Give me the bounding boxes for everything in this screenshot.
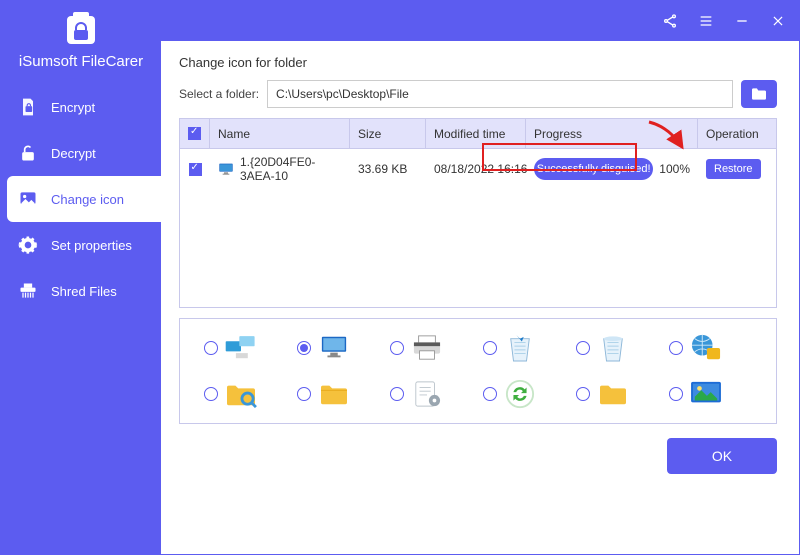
th-name: Name — [210, 119, 350, 148]
share-icon[interactable] — [661, 12, 679, 30]
icon-grid — [179, 318, 777, 424]
radio-button[interactable] — [483, 387, 497, 401]
this-pc-icon — [317, 333, 351, 363]
folder-label: Select a folder: — [179, 87, 259, 101]
unlock-icon — [17, 142, 39, 164]
sync-circle-icon — [503, 379, 537, 409]
radio-button[interactable] — [390, 341, 404, 355]
icon-option-folder-yellow-icon[interactable] — [297, 379, 380, 409]
restore-button[interactable]: Restore — [706, 159, 761, 179]
icon-option-desktop-picture-icon[interactable] — [669, 379, 752, 409]
menu-icon[interactable] — [697, 12, 715, 30]
radio-button[interactable] — [204, 387, 218, 401]
sidebar-item-change-icon[interactable]: Change icon — [7, 176, 161, 222]
recycle-bin-empty-icon — [596, 333, 630, 363]
radio-button[interactable] — [297, 341, 311, 355]
sidebar-item-set-properties[interactable]: Set properties — [1, 222, 161, 268]
icon-option-document-gear-icon[interactable] — [390, 379, 473, 409]
folder-plain-icon — [596, 379, 630, 409]
sidebar-item-shred-files[interactable]: Shred Files — [1, 268, 161, 314]
th-modified: Modified time — [426, 119, 526, 148]
radio-button[interactable] — [390, 387, 404, 401]
radio-button[interactable] — [669, 341, 683, 355]
ok-button[interactable]: OK — [667, 438, 777, 474]
folder-yellow-icon — [317, 379, 351, 409]
page-title: Change icon for folder — [179, 55, 777, 70]
icon-option-globe-network-icon[interactable] — [669, 333, 752, 363]
printer-icon — [410, 333, 444, 363]
desktop-picture-icon — [689, 379, 723, 409]
minimize-icon[interactable] — [733, 12, 751, 30]
browse-folder-button[interactable] — [741, 80, 777, 108]
icon-option-sync-circle-icon[interactable] — [483, 379, 566, 409]
folder-search-icon — [224, 379, 258, 409]
sidebar: iSumsoft FileCarer Encrypt Decrypt Chang… — [1, 41, 161, 554]
close-icon[interactable] — [769, 12, 787, 30]
brand: iSumsoft FileCarer — [1, 1, 161, 84]
row-size: 33.69 KB — [350, 162, 426, 176]
brand-name: iSumsoft FileCarer — [19, 49, 143, 70]
icon-option-folder-plain-icon[interactable] — [576, 379, 659, 409]
radio-button[interactable] — [204, 341, 218, 355]
radio-button[interactable] — [297, 387, 311, 401]
lock-file-icon — [17, 96, 39, 118]
shredder-icon — [17, 280, 39, 302]
radio-button[interactable] — [669, 387, 683, 401]
sidebar-item-encrypt[interactable]: Encrypt — [1, 84, 161, 130]
recycle-bin-full-icon — [503, 333, 537, 363]
progress-percent: 100% — [659, 162, 690, 176]
brand-logo-icon — [64, 9, 98, 49]
sidebar-item-decrypt[interactable]: Decrypt — [1, 130, 161, 176]
globe-network-icon — [689, 333, 723, 363]
icon-option-folder-search-icon[interactable] — [204, 379, 287, 409]
th-progress: Progress — [526, 119, 698, 148]
gear-icon — [17, 234, 39, 256]
change-icon-icon — [17, 188, 39, 210]
th-operation: Operation — [698, 119, 776, 148]
row-name: 1.{20D04FE0-3AEA-10 — [240, 155, 342, 183]
progress-pill: Successfully disguised! — [534, 158, 653, 180]
select-all-checkbox[interactable] — [188, 127, 201, 140]
th-size: Size — [350, 119, 426, 148]
document-gear-icon — [410, 379, 444, 409]
sidebar-item-label: Shred Files — [51, 284, 117, 299]
icon-option-network-computers-icon[interactable] — [204, 333, 287, 363]
radio-button[interactable] — [576, 341, 590, 355]
file-table: Name Size Modified time Progress Operati… — [179, 118, 777, 308]
radio-button[interactable] — [576, 387, 590, 401]
row-modified: 08/18/2022 16:16 — [426, 162, 526, 176]
sidebar-item-label: Set properties — [51, 238, 132, 253]
content-pane: Change icon for folder Select a folder: … — [161, 41, 799, 554]
network-computers-icon — [224, 333, 258, 363]
folder-path-input[interactable] — [267, 80, 733, 108]
icon-option-recycle-bin-empty-icon[interactable] — [576, 333, 659, 363]
pc-monitor-icon — [218, 162, 234, 176]
radio-button[interactable] — [483, 341, 497, 355]
icon-option-recycle-bin-full-icon[interactable] — [483, 333, 566, 363]
sidebar-item-label: Decrypt — [51, 146, 96, 161]
table-row: 1.{20D04FE0-3AEA-10 33.69 KB 08/18/2022 … — [180, 149, 776, 189]
icon-option-printer-icon[interactable] — [390, 333, 473, 363]
row-checkbox[interactable] — [189, 163, 202, 176]
sidebar-item-label: Encrypt — [51, 100, 95, 115]
icon-option-this-pc-icon[interactable] — [297, 333, 380, 363]
sidebar-item-label: Change icon — [51, 192, 124, 207]
